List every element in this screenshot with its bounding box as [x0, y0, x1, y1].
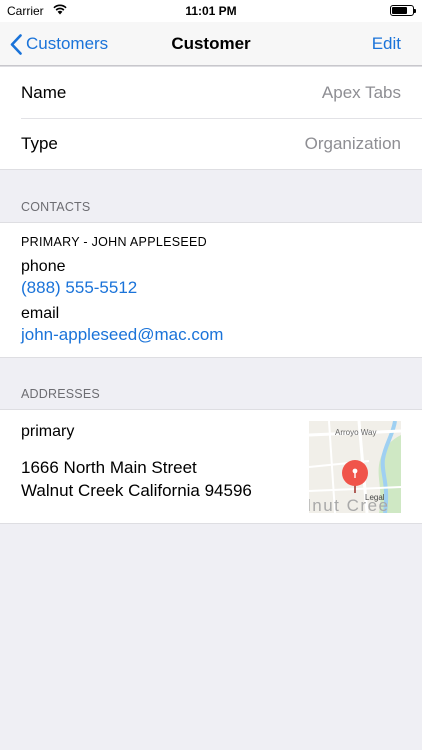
- contact-name: PRIMARY - JOHN APPLESEED: [21, 235, 207, 249]
- name-label: Name: [21, 82, 67, 102]
- edit-button[interactable]: Edit: [372, 22, 401, 66]
- map-street-label: Arroyo Way: [335, 428, 377, 437]
- email-label: email: [21, 305, 60, 322]
- map-thumbnail[interactable]: Arroyo Way Legal lnut Cree: [309, 421, 401, 513]
- type-value: Organization: [304, 133, 401, 153]
- details-group: Name Apex Tabs Type Organization: [0, 66, 422, 170]
- back-button[interactable]: Customers: [10, 22, 108, 66]
- map-city-label: lnut Cree: [309, 496, 389, 513]
- navigation-bar: Customers Customer Edit: [0, 22, 422, 66]
- contacts-section-header: CONTACTS: [21, 200, 91, 214]
- addresses-group: primary 1666 North Main Street Walnut Cr…: [0, 409, 422, 524]
- phone-link[interactable]: (888) 555-5512: [21, 277, 401, 298]
- addresses-section-header: ADDRESSES: [21, 387, 100, 401]
- contact-card: PRIMARY - JOHN APPLESEED phone (888) 555…: [0, 223, 422, 357]
- status-bar: Carrier 11:01 PM: [0, 0, 422, 22]
- clock: 11:01 PM: [185, 4, 237, 18]
- chevron-left-icon: [10, 33, 22, 55]
- contacts-group: PRIMARY - JOHN APPLESEED phone (888) 555…: [0, 222, 422, 358]
- back-button-label: Customers: [26, 34, 109, 53]
- type-label: Type: [21, 133, 58, 153]
- phone-label: phone: [21, 258, 66, 275]
- name-row: Name Apex Tabs: [0, 67, 422, 118]
- name-value: Apex Tabs: [321, 82, 401, 102]
- type-row: Type Organization: [0, 118, 422, 169]
- email-link[interactable]: john-appleseed@mac.com: [21, 324, 401, 345]
- address-card[interactable]: primary 1666 North Main Street Walnut Cr…: [0, 410, 422, 523]
- battery-icon: [390, 5, 416, 16]
